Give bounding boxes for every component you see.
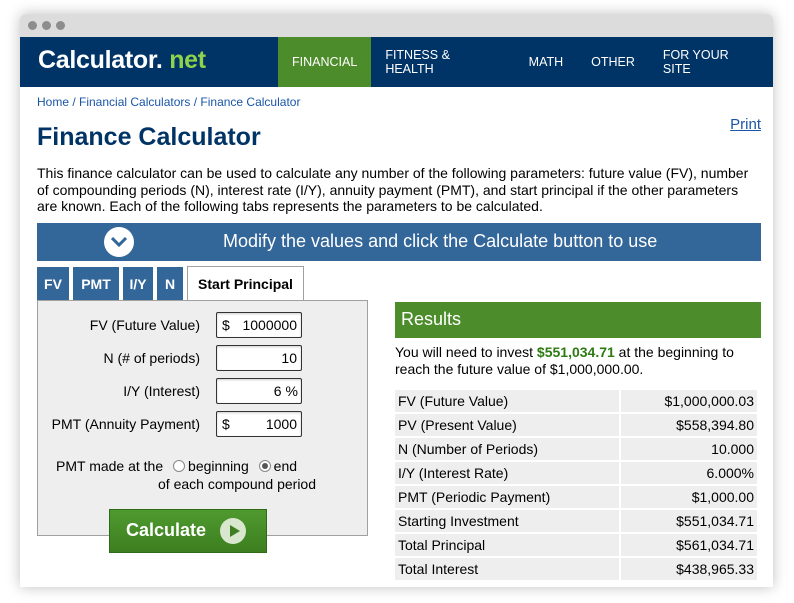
nav-other[interactable]: OTHER bbox=[577, 37, 649, 87]
row-value: $1,000.00 bbox=[621, 485, 757, 508]
row-label: I/Y (Interest Rate) bbox=[395, 461, 620, 484]
row-label: Total Principal bbox=[395, 533, 620, 556]
results-table: FV (Future Value) $1,000,000.03 PV (Prese… bbox=[393, 388, 759, 582]
intro-text: This finance calculator can be used to c… bbox=[37, 165, 749, 214]
row-value: $561,034.71 bbox=[621, 533, 757, 556]
results-panel: Results You will need to invest $551,034… bbox=[393, 301, 761, 582]
table-row: I/Y (Interest Rate) 6.000% bbox=[395, 461, 757, 484]
table-row: Starting Investment $551,034.71 bbox=[395, 509, 757, 532]
pmt-label: PMT (Annuity Payment) bbox=[51, 415, 200, 432]
radio-beginning-label[interactable]: beginning bbox=[188, 458, 249, 474]
print-link[interactable]: Print bbox=[730, 116, 761, 133]
window-dot-icon[interactable] bbox=[42, 21, 51, 30]
row-value: $558,394.80 bbox=[621, 413, 757, 436]
summary-before: You will need to invest bbox=[395, 343, 534, 360]
table-row: PMT (Periodic Payment) $1,000.00 bbox=[395, 485, 757, 508]
window-dot-icon[interactable] bbox=[28, 21, 37, 30]
results-summary: You will need to invest $551,034.71 at t… bbox=[395, 344, 761, 378]
iy-suffix: % bbox=[285, 382, 298, 399]
tab-iy[interactable]: I/Y bbox=[123, 266, 153, 301]
iy-label: I/Y (Interest) bbox=[123, 382, 200, 399]
pmt-timing-suffix: of each compound period bbox=[158, 475, 316, 492]
table-row: FV (Future Value) $1,000,000.03 bbox=[395, 389, 757, 412]
window-dot-icon[interactable] bbox=[56, 21, 65, 30]
site-header: Calculator. net FINANCIAL FITNESS & HEAL… bbox=[20, 37, 773, 87]
logo-suffix: net bbox=[169, 46, 206, 74]
n-value: 10 bbox=[281, 349, 297, 366]
nav-math[interactable]: MATH bbox=[515, 37, 578, 87]
calculate-label: Calculate bbox=[126, 520, 207, 540]
row-label: PV (Present Value) bbox=[395, 413, 620, 436]
n-label: N (# of periods) bbox=[103, 349, 200, 366]
results-heading: Results bbox=[395, 301, 761, 338]
logo-text: Calculator bbox=[38, 46, 156, 74]
row-value: $1,000,000.03 bbox=[621, 389, 757, 412]
fv-prefix: $ bbox=[222, 316, 230, 333]
table-row: Total Principal $561,034.71 bbox=[395, 533, 757, 556]
site-logo[interactable]: Calculator. net bbox=[20, 37, 278, 87]
tab-n[interactable]: N bbox=[157, 266, 183, 301]
radio-end[interactable] bbox=[258, 459, 271, 472]
pmt-value: 1000 bbox=[265, 415, 297, 432]
pmt-row: PMT (Annuity Payment) $ 1000 bbox=[38, 410, 369, 438]
row-value: $551,034.71 bbox=[621, 509, 757, 532]
nav-financial[interactable]: FINANCIAL bbox=[278, 37, 372, 87]
page-content: Home / Financial Calculators / Finance C… bbox=[20, 95, 773, 582]
row-label: N (Number of Periods) bbox=[395, 437, 620, 460]
logo-dot: . bbox=[155, 46, 163, 74]
table-row: PV (Present Value) $558,394.80 bbox=[395, 413, 757, 436]
tab-fv[interactable]: FV bbox=[37, 266, 69, 301]
summary-amount: $551,034.71 bbox=[536, 343, 615, 360]
input-form: FV (Future Value) $ 1000000 N (# of peri… bbox=[37, 299, 369, 553]
row-value: $438,965.33 bbox=[621, 557, 757, 580]
iy-input[interactable]: 6 % bbox=[216, 377, 302, 404]
radio-beginning[interactable] bbox=[173, 459, 186, 472]
nav-fitness-health[interactable]: FITNESS & HEALTH bbox=[371, 37, 514, 87]
main-row: FV (Future Value) $ 1000000 N (# of peri… bbox=[37, 299, 761, 582]
tab-start-principal[interactable]: Start Principal bbox=[187, 265, 304, 301]
fv-value: 1000000 bbox=[242, 316, 297, 333]
fv-input[interactable]: $ 1000000 bbox=[216, 311, 302, 338]
banner-text: Modify the values and click the Calculat… bbox=[223, 231, 658, 251]
row-label: Starting Investment bbox=[395, 509, 620, 532]
calculate-button[interactable]: Calculate bbox=[109, 508, 267, 553]
calc-tabs: FV PMT I/Y N Start Principal bbox=[37, 265, 761, 301]
page-title: Finance Calculator bbox=[37, 123, 261, 151]
radio-end-label[interactable]: end bbox=[274, 458, 297, 474]
fv-label: FV (Future Value) bbox=[89, 316, 200, 333]
n-input[interactable]: 10 bbox=[216, 344, 302, 371]
iy-row: I/Y (Interest) 6 % bbox=[38, 377, 369, 405]
table-row: N (Number of Periods) 10.000 bbox=[395, 437, 757, 460]
row-label: Total Interest bbox=[395, 557, 620, 580]
main-nav: FINANCIAL FITNESS & HEALTH MATH OTHER FO… bbox=[278, 37, 773, 87]
nav-for-your-site[interactable]: FOR YOUR SITE bbox=[649, 37, 773, 87]
pmt-input[interactable]: $ 1000 bbox=[216, 410, 302, 437]
table-row: Total Interest $438,965.33 bbox=[395, 557, 757, 580]
browser-window: Calculator. net FINANCIAL FITNESS & HEAL… bbox=[20, 14, 773, 587]
pmt-timing-label: PMT made at the bbox=[56, 457, 164, 474]
window-chrome bbox=[20, 14, 773, 37]
row-label: PMT (Periodic Payment) bbox=[395, 485, 620, 508]
iy-value: 6 bbox=[273, 382, 282, 399]
pmt-prefix: $ bbox=[222, 415, 230, 432]
n-row: N (# of periods) 10 bbox=[38, 344, 369, 372]
row-value: 10.000 bbox=[621, 437, 757, 460]
chevron-down-icon[interactable] bbox=[104, 226, 134, 257]
instruction-banner: Modify the values and click the Calculat… bbox=[37, 222, 761, 261]
breadcrumb[interactable]: Home / Financial Calculators / Finance C… bbox=[37, 95, 761, 111]
fv-row: FV (Future Value) $ 1000000 bbox=[38, 311, 369, 339]
pmt-timing: PMT made at the beginning end of each co… bbox=[56, 457, 356, 493]
tab-pmt[interactable]: PMT bbox=[73, 266, 119, 301]
row-value: 6.000% bbox=[621, 461, 757, 484]
play-icon bbox=[220, 517, 247, 544]
row-label: FV (Future Value) bbox=[395, 389, 620, 412]
